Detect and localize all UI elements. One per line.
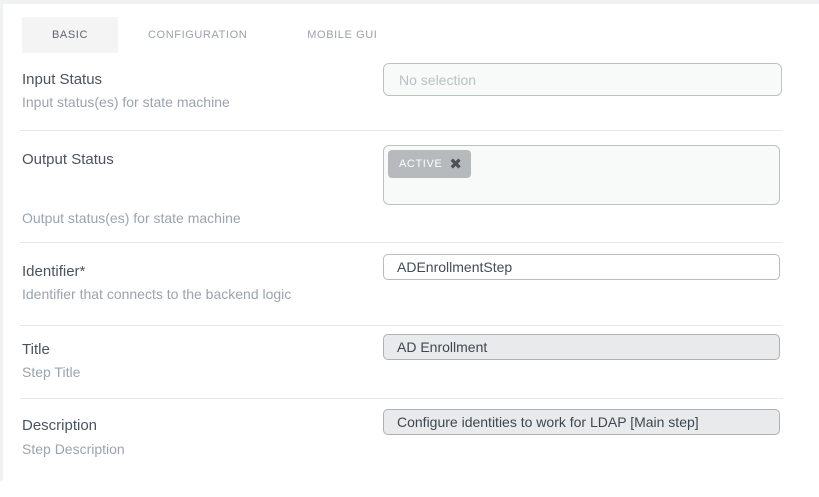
output-status-multiselect[interactable]: ACTIVE ✖ — [383, 145, 780, 205]
section-divider — [20, 398, 783, 399]
title-description: Step Title — [22, 364, 80, 380]
section-divider — [20, 130, 783, 131]
input-status-description: Input status(es) for state machine — [22, 94, 230, 110]
tab-bar: BASIC CONFIGURATION MOBILE GUI — [22, 17, 407, 53]
input-status-label: Input Status — [22, 71, 102, 88]
title-input[interactable] — [383, 334, 780, 360]
title-label: Title — [22, 341, 50, 358]
section-divider — [20, 242, 783, 243]
tab-configuration[interactable]: CONFIGURATION — [118, 17, 277, 53]
input-status-select[interactable]: No selection — [383, 63, 782, 96]
tab-basic[interactable]: BASIC — [22, 17, 118, 53]
identifier-label: Identifier* — [22, 263, 85, 280]
output-status-label: Output Status — [22, 151, 114, 168]
section-divider — [20, 325, 783, 326]
status-chip-label: ACTIVE — [399, 158, 442, 170]
description-input[interactable] — [383, 409, 780, 435]
description-description: Step Description — [22, 441, 125, 457]
status-chip-active: ACTIVE ✖ — [388, 150, 471, 178]
step-editor-screen: BASIC CONFIGURATION MOBILE GUI Input Sta… — [0, 0, 819, 497]
remove-chip-icon[interactable]: ✖ — [449, 157, 462, 172]
tab-mobile-gui[interactable]: MOBILE GUI — [277, 17, 407, 53]
output-status-description: Output status(es) for state machine — [22, 210, 241, 226]
input-status-placeholder: No selection — [384, 72, 476, 88]
description-label: Description — [22, 417, 97, 434]
identifier-input[interactable] — [383, 254, 780, 280]
identifier-description: Identifier that connects to the backend … — [22, 286, 291, 302]
